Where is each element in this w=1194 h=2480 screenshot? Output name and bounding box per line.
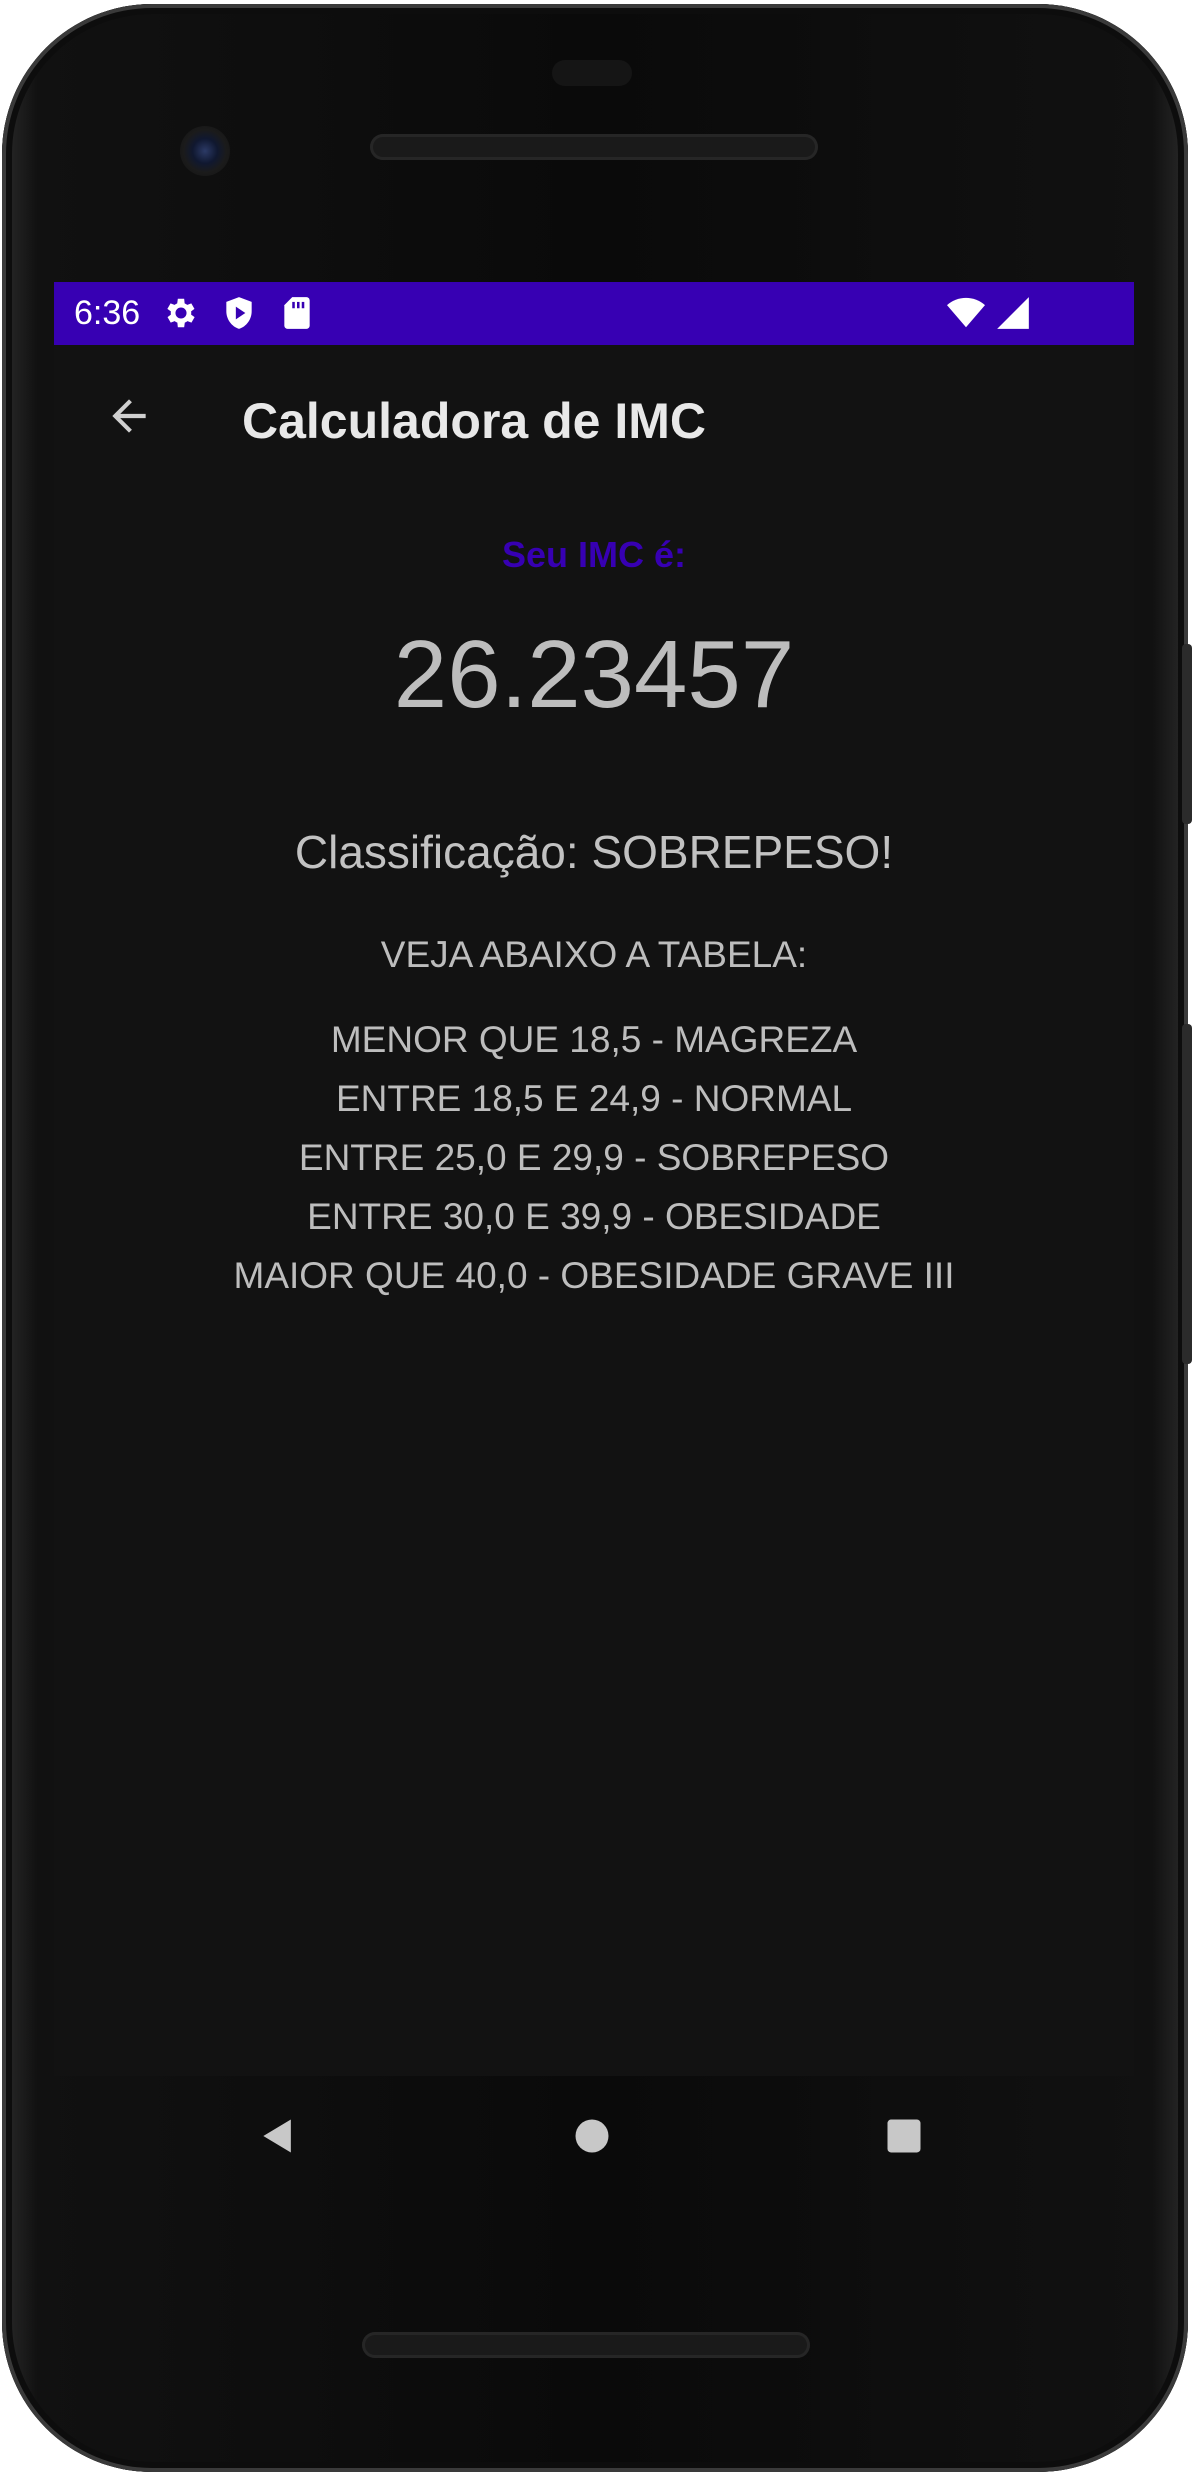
imc-value: 26.23457 (393, 621, 795, 728)
nav-home-button[interactable] (560, 2106, 624, 2170)
screen: 6:36 Calculadora de IMC Seu IMC é: 26.23… (54, 282, 1134, 2076)
page-title: Calculadora de IMC (242, 393, 706, 449)
front-camera (180, 126, 230, 176)
nav-recents-button[interactable] (872, 2106, 936, 2170)
table-row: ENTRE 30,0 E 39,9 - OBESIDADE (307, 1196, 881, 1237)
play-protect-icon (220, 294, 258, 332)
volume-button[interactable] (1182, 1024, 1192, 1364)
back-button[interactable] (94, 383, 164, 453)
phone-frame: 6:36 Calculadora de IMC Seu IMC é: 26.23… (2, 4, 1192, 2472)
imc-table: MENOR QUE 18,5 - MAGREZA ENTRE 18,5 E 24… (54, 1010, 1134, 1305)
bottom-speaker (362, 2332, 810, 2358)
app-bar: Calculadora de IMC (54, 345, 1134, 492)
status-bar: 6:36 (54, 282, 1134, 345)
power-button[interactable] (1182, 644, 1192, 824)
table-row: ENTRE 25,0 E 29,9 - SOBREPESO (298, 1137, 890, 1178)
nav-back-button[interactable] (246, 2106, 310, 2170)
nav-home-icon (570, 2114, 614, 2163)
imc-label: Seu IMC é: (501, 534, 687, 575)
earpiece-speaker (370, 134, 818, 160)
signal-icon (994, 294, 1032, 332)
nav-recents-icon (882, 2114, 926, 2163)
status-time: 6:36 (74, 294, 141, 332)
navigation-bar (2, 2076, 1192, 2206)
proximity-sensor (552, 60, 632, 86)
settings-icon (162, 294, 200, 332)
wifi-icon (944, 294, 988, 332)
sd-card-icon (278, 294, 316, 332)
table-row: MAIOR QUE 40,0 - OBESIDADE GRAVE III (233, 1255, 955, 1296)
table-header: VEJA ABAIXO A TABELA: (380, 934, 808, 975)
table-row: ENTRE 18,5 E 24,9 - NORMAL (335, 1078, 853, 1119)
table-row: MENOR QUE 18,5 - MAGREZA (330, 1019, 858, 1060)
nav-back-icon (256, 2114, 300, 2163)
arrow-back-icon (104, 391, 154, 446)
classification-text: Classificação: SOBREPESO! (294, 826, 894, 878)
